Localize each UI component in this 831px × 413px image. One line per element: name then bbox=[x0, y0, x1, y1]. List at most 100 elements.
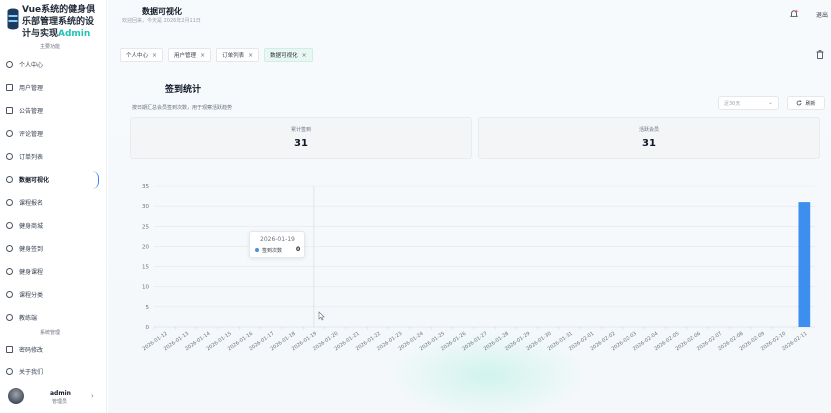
main-section-label: 主要功能 bbox=[40, 44, 61, 50]
stat-active-members: 活跃会员 31 bbox=[478, 117, 820, 159]
chart-tooltip: 2026-01-19 签到次数 0 bbox=[249, 231, 305, 258]
coach-icon bbox=[6, 313, 13, 321]
megaphone-icon bbox=[6, 106, 13, 114]
sidebar-item-coach[interactable]: 教练端 bbox=[0, 308, 106, 326]
logout-button[interactable]: 退出 bbox=[816, 10, 828, 19]
y-tick-label: 25 bbox=[142, 224, 149, 230]
sidebar-item-label: 健身课程 bbox=[19, 268, 44, 276]
tooltip-series-name: 签到次数 bbox=[262, 248, 283, 254]
main-content: 数据可视化 欢迎回来，今天是 2026年2月11日 退出 个人中心 × 用户管理… bbox=[108, 0, 831, 413]
stat-value: 31 bbox=[294, 138, 308, 149]
chart-icon bbox=[6, 175, 13, 183]
stat-label: 累计签到 bbox=[290, 127, 311, 133]
page-title: 数据可视化 bbox=[142, 7, 182, 16]
y-tick-label: 0 bbox=[146, 325, 150, 331]
avatar bbox=[8, 388, 24, 404]
sidebar-item-label: 课程报名 bbox=[19, 199, 44, 207]
sidebar-item-label: 数据可视化 bbox=[19, 176, 50, 184]
database-logo-icon bbox=[7, 8, 19, 30]
sidebar-item-label: 密码修改 bbox=[19, 346, 44, 354]
sidebar-item-label: 用户管理 bbox=[19, 84, 44, 92]
user-icon bbox=[6, 60, 13, 68]
y-tick-label: 35 bbox=[142, 184, 149, 190]
chevron-down-icon: ⌄ bbox=[767, 99, 773, 106]
tab-label: 个人中心 bbox=[126, 53, 149, 59]
sidebar-item-categories[interactable]: 课程分类 bbox=[0, 285, 106, 303]
order-icon bbox=[6, 152, 13, 160]
sidebar-item-label: 健身商城 bbox=[19, 222, 44, 230]
lock-icon bbox=[6, 345, 13, 353]
sidebar-item-course-signup[interactable]: 课程报名 bbox=[0, 193, 106, 211]
tab-label: 用户管理 bbox=[174, 53, 197, 59]
y-tick-label: 20 bbox=[142, 244, 149, 250]
sidebar-item-checkin[interactable]: 健身签到 bbox=[0, 239, 106, 257]
sidebar-item-label: 公告管理 bbox=[19, 107, 44, 115]
date-range-placeholder: 近30天 bbox=[724, 100, 741, 107]
y-tick-label: 10 bbox=[142, 285, 149, 291]
refresh-label: 刷新 bbox=[805, 100, 816, 107]
tooltip-value: 0 bbox=[296, 246, 301, 253]
user-name: admin bbox=[50, 390, 71, 397]
shop-icon bbox=[6, 221, 13, 229]
trash-icon[interactable] bbox=[816, 50, 824, 59]
bar bbox=[798, 202, 811, 327]
sidebar-item-label: 课程分类 bbox=[19, 291, 44, 299]
refresh-icon bbox=[797, 100, 802, 106]
tab-label: 订单列表 bbox=[222, 53, 245, 59]
user-profile-menu[interactable]: admin 管理员 › bbox=[0, 384, 106, 408]
stat-label: 活跃会员 bbox=[638, 127, 659, 133]
sidebar-item-about[interactable]: 关于我们 bbox=[0, 362, 106, 380]
tab-bar: 个人中心 × 用户管理 × 订单列表 × 数据可视化 × bbox=[120, 48, 313, 62]
card-description: 按日期汇总会员签到次数，用于观察活跃趋势 bbox=[132, 105, 233, 111]
category-icon bbox=[6, 290, 13, 298]
sidebar-item-classes[interactable]: 健身课程 bbox=[0, 262, 106, 280]
card-title: 签到统计 bbox=[165, 85, 202, 95]
y-tick-label: 30 bbox=[142, 204, 149, 210]
info-icon bbox=[6, 367, 13, 375]
close-icon[interactable]: × bbox=[302, 52, 307, 59]
checkin-bar-chart: 051015202530352026-01-122026-01-132026-0… bbox=[142, 184, 815, 352]
page-subtitle: 欢迎回来，今天是 2026年2月11日 bbox=[122, 18, 201, 24]
sidebar-item-users[interactable]: 用户管理 bbox=[0, 78, 106, 96]
sidebar: Vue系统的健身俱 乐部管理系统的设 计与实现Admin 主要功能 个人中心 用… bbox=[0, 0, 107, 413]
user-role: 管理员 bbox=[52, 399, 68, 405]
sidebar-item-shop[interactable]: 健身商城 bbox=[0, 216, 106, 234]
checkin-stats-card: 签到统计 按日期汇总会员签到次数，用于观察活跃趋势 近30天 ⌄ 刷新 累计签到… bbox=[120, 72, 825, 362]
sidebar-item-label: 教练端 bbox=[19, 314, 38, 322]
refresh-button[interactable]: 刷新 bbox=[787, 96, 825, 110]
sidebar-item-announcements[interactable]: 公告管理 bbox=[0, 101, 106, 119]
notification-icon[interactable] bbox=[790, 10, 798, 18]
sidebar-item-comments[interactable]: 评论管理 bbox=[0, 124, 106, 142]
tab-label: 数据可视化 bbox=[270, 53, 298, 59]
series-marker bbox=[255, 248, 259, 252]
date-range-select[interactable]: 近30天 ⌄ bbox=[718, 96, 779, 110]
close-icon[interactable]: × bbox=[152, 52, 157, 59]
tooltip-date: 2026-01-19 bbox=[260, 236, 295, 243]
class-icon bbox=[6, 267, 13, 275]
tab-data-visualization[interactable]: 数据可视化 × bbox=[264, 48, 313, 62]
close-icon[interactable]: × bbox=[248, 52, 253, 59]
comment-icon bbox=[6, 129, 13, 137]
sidebar-item-data-visualization[interactable]: 数据可视化 bbox=[0, 170, 106, 189]
sidebar-item-label: 订单列表 bbox=[19, 153, 44, 161]
course-icon bbox=[6, 198, 13, 206]
tab-orders[interactable]: 订单列表 × bbox=[216, 48, 260, 62]
app-title: Vue系统的健身俱 乐部管理系统的设 计与实现Admin bbox=[22, 5, 96, 39]
y-tick-label: 15 bbox=[142, 265, 149, 271]
sidebar-item-label: 个人中心 bbox=[19, 61, 44, 69]
tab-profile[interactable]: 个人中心 × bbox=[120, 48, 164, 62]
tab-users[interactable]: 用户管理 × bbox=[168, 48, 212, 62]
checkin-icon bbox=[6, 244, 13, 252]
sidebar-item-orders[interactable]: 订单列表 bbox=[0, 147, 106, 165]
sidebar-item-profile[interactable]: 个人中心 bbox=[0, 55, 106, 73]
chevron-right-icon: › bbox=[91, 392, 94, 400]
sidebar-item-label: 健身签到 bbox=[19, 245, 44, 253]
stat-total-checkins: 累计签到 31 bbox=[130, 117, 472, 159]
y-tick-label: 5 bbox=[146, 305, 150, 311]
sidebar-item-label: 评论管理 bbox=[19, 130, 44, 138]
mouse-cursor-icon bbox=[318, 311, 325, 321]
sidebar-item-change-password[interactable]: 密码修改 bbox=[0, 340, 106, 358]
users-icon bbox=[6, 83, 13, 91]
close-icon[interactable]: × bbox=[200, 52, 205, 59]
system-section-label: 系统管理 bbox=[40, 330, 61, 336]
